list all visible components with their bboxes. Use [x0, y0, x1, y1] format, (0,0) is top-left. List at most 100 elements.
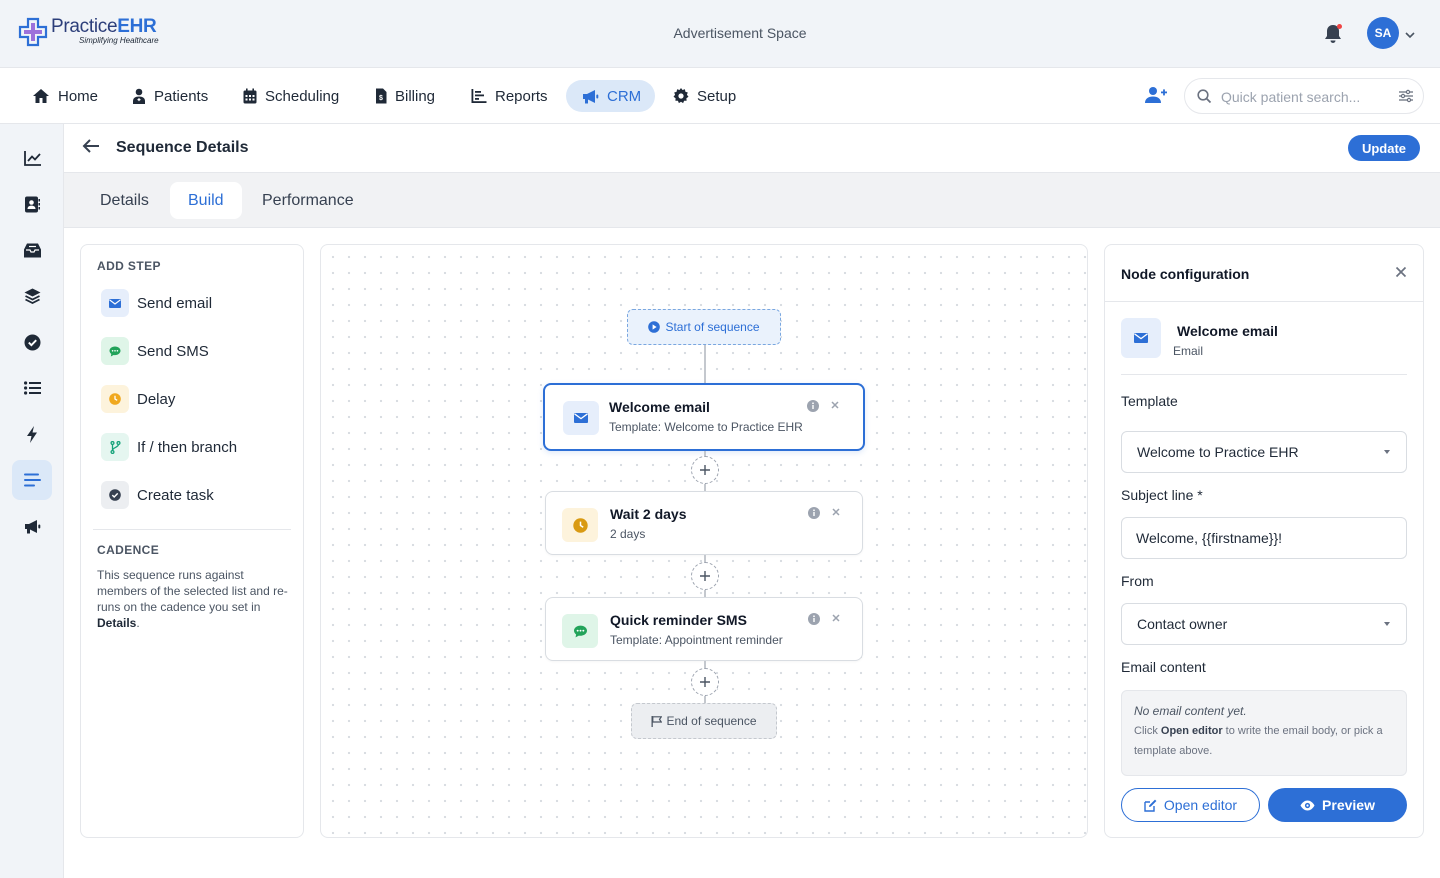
back-arrow-icon[interactable] [82, 138, 100, 154]
nav-scheduling[interactable]: Scheduling [227, 80, 353, 112]
plus-icon [700, 571, 710, 581]
email-content-box: No email content yet. Click Open editor … [1121, 690, 1407, 776]
contacts-icon[interactable] [12, 184, 52, 224]
add-step-branch[interactable]: If / then branch [101, 433, 237, 461]
nav-scheduling-label: Scheduling [265, 87, 340, 105]
step-label: Send SMS [137, 342, 209, 360]
calendar-icon [243, 88, 257, 104]
info-icon[interactable] [807, 400, 819, 412]
plus-icon [700, 677, 710, 687]
cadence-description: This sequence runs against members of th… [97, 567, 293, 631]
nav-crm-label: CRM [607, 87, 642, 105]
nav-billing[interactable]: $ Billing [359, 80, 449, 112]
user-avatar[interactable]: SA [1367, 17, 1399, 49]
notification-dot [1337, 24, 1342, 29]
selected-node-summary: Welcome email Email [1121, 302, 1407, 375]
divider [93, 529, 291, 530]
tab-build[interactable]: Build [170, 182, 242, 219]
inbox-icon[interactable] [12, 230, 52, 270]
node-configuration-panel: Node configuration Welcome email Email T… [1104, 244, 1424, 838]
gear-icon [673, 88, 689, 104]
node-name: Welcome email [1177, 323, 1278, 339]
chart-line-icon[interactable] [12, 138, 52, 178]
close-icon[interactable] [1395, 266, 1407, 278]
node-subtitle: 2 days [610, 527, 646, 541]
info-icon[interactable] [808, 507, 820, 519]
page-header: Sequence Details Update [64, 124, 1440, 172]
remove-node-icon[interactable] [830, 400, 840, 410]
chat-icon [562, 614, 598, 648]
tab-details[interactable]: Details [82, 182, 167, 219]
layers-icon[interactable] [12, 276, 52, 316]
node-type: Email [1173, 344, 1204, 358]
cadence-details-link[interactable]: Details [97, 616, 136, 630]
megaphone-icon[interactable] [12, 506, 52, 546]
config-title: Node configuration [1121, 266, 1250, 282]
connector-line [704, 345, 706, 383]
add-step-send-sms[interactable]: Send SMS [101, 337, 209, 365]
node-subtitle: Template: Welcome to Practice EHR [609, 420, 803, 434]
subject-line-input[interactable] [1121, 517, 1407, 559]
add-step-create-task[interactable]: Create task [101, 481, 214, 509]
nav-crm[interactable]: CRM [566, 80, 656, 112]
search-icon [1197, 89, 1212, 104]
quick-patient-search[interactable] [1184, 78, 1424, 114]
nav-setup[interactable]: Setup [657, 80, 750, 112]
nav-home[interactable]: Home [16, 80, 112, 112]
preview-button[interactable]: Preview [1268, 788, 1407, 822]
insert-step-button[interactable] [691, 562, 719, 590]
insert-step-button[interactable] [691, 456, 719, 484]
branch-icon [101, 433, 129, 461]
template-value: Welcome to Practice EHR [1137, 444, 1299, 460]
list-icon[interactable] [12, 368, 52, 408]
nav-reports[interactable]: Reports [455, 80, 562, 112]
reports-icon [471, 89, 487, 103]
sequence-canvas[interactable]: Start of sequence Welcome email Template… [320, 244, 1088, 838]
config-header: Node configuration [1105, 245, 1423, 302]
flow-node-reminder-sms[interactable]: Quick reminder SMS Template: Appointment… [545, 597, 863, 661]
search-input[interactable] [1221, 87, 1391, 107]
empty-content-text: No email content yet. [1134, 704, 1247, 718]
add-step-delay[interactable]: Delay [101, 385, 175, 413]
preview-label: Preview [1322, 797, 1375, 813]
flow-node-welcome-email[interactable]: Welcome email Template: Welcome to Pract… [543, 383, 865, 451]
envelope-icon [1121, 318, 1161, 358]
left-rail [0, 124, 64, 878]
info-icon[interactable] [808, 613, 820, 625]
check-circle-icon[interactable] [12, 322, 52, 362]
tab-performance[interactable]: Performance [244, 182, 372, 219]
template-select[interactable]: Welcome to Practice EHR [1121, 431, 1407, 473]
nav-patients[interactable]: Patients [116, 80, 222, 112]
remove-node-icon[interactable] [831, 613, 841, 623]
bolt-icon[interactable] [12, 414, 52, 454]
notification-bell-icon[interactable] [1324, 24, 1344, 44]
node-title: Quick reminder SMS [610, 612, 747, 628]
svg-text:$: $ [379, 95, 383, 102]
sequence-icon[interactable] [12, 460, 52, 500]
nav-reports-label: Reports [495, 87, 548, 105]
clock-icon [101, 385, 129, 413]
clock-icon [562, 508, 598, 542]
subject-line-label: Subject line * [1121, 487, 1203, 503]
content-hint: Click Open editor to write the email bod… [1134, 721, 1394, 761]
caret-down-icon [1384, 450, 1390, 454]
update-button[interactable]: Update [1348, 135, 1420, 161]
advertisement-space: Advertisement Space [673, 25, 807, 41]
add-patient-icon[interactable] [1145, 86, 1167, 108]
flow-node-wait[interactable]: Wait 2 days 2 days [545, 491, 863, 555]
from-label: From [1121, 573, 1154, 589]
add-step-send-email[interactable]: Send email [101, 289, 212, 317]
from-select[interactable]: Contact owner [1121, 603, 1407, 645]
filter-sliders-icon[interactable] [1399, 89, 1413, 103]
insert-step-button[interactable] [691, 668, 719, 696]
cadence-text-end: . [136, 616, 140, 630]
flag-icon [651, 715, 663, 727]
nav-billing-label: Billing [395, 87, 436, 105]
start-of-sequence-node: Start of sequence [627, 309, 781, 345]
check-icon [101, 481, 129, 509]
open-editor-button[interactable]: Open editor [1121, 788, 1260, 822]
remove-node-icon[interactable] [831, 507, 841, 517]
nav-patients-label: Patients [154, 87, 209, 105]
add-step-heading: ADD STEP [97, 259, 161, 273]
chevron-down-icon[interactable] [1404, 28, 1416, 40]
